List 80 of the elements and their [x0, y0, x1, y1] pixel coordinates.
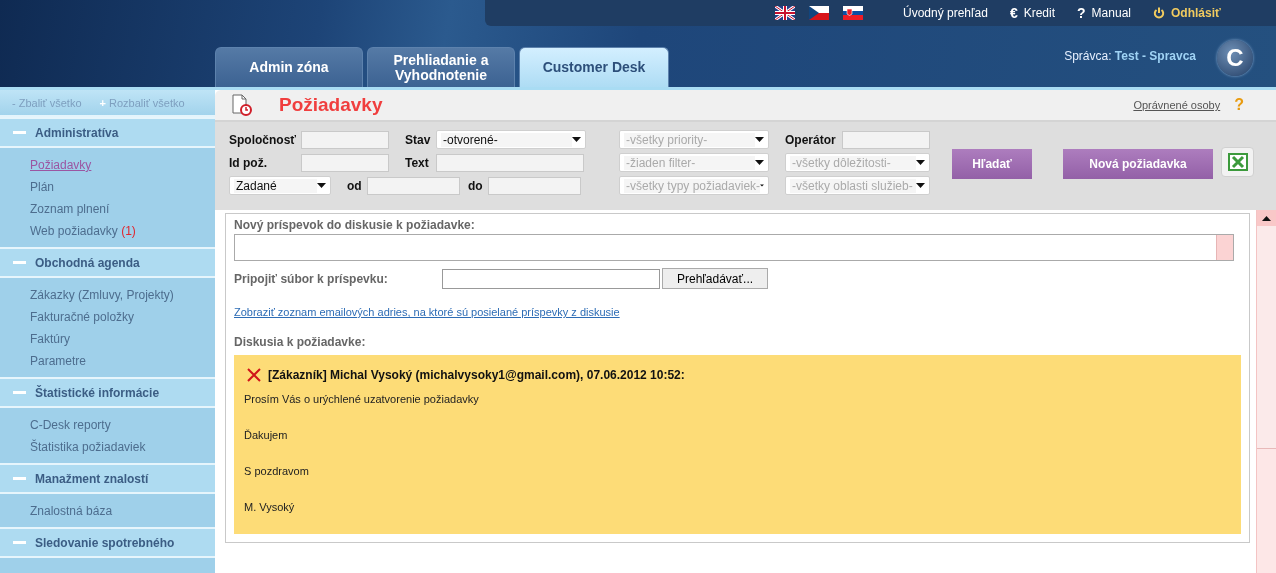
- new-post-label: Nový príspevok do diskusie k požiadavke:: [234, 218, 476, 232]
- dropdown-caret-icon: [916, 160, 925, 165]
- filter-input[interactable]: [842, 130, 930, 149]
- filter-label: od: [347, 178, 363, 193]
- filter-dropdown[interactable]: -otvorené-: [436, 130, 586, 149]
- file-path-field[interactable]: [442, 268, 660, 289]
- sidebar-item[interactable]: Plán: [30, 176, 55, 198]
- flag-icon[interactable]: [843, 6, 863, 20]
- dropdown-caret-icon: [572, 137, 581, 142]
- euro-icon: €: [1009, 5, 1018, 21]
- sidebar-item[interactable]: Znalostná báza: [30, 500, 113, 522]
- sidebar-item[interactable]: Požiadavky: [30, 154, 92, 176]
- help-icon: ?: [1077, 5, 1086, 21]
- nav-tab[interactable]: Customer Desk: [519, 47, 669, 87]
- filter-dropdown[interactable]: Zadané: [229, 176, 331, 195]
- filter-label: Id pož.: [229, 155, 268, 170]
- sidebar-item[interactable]: Parametre: [30, 350, 87, 372]
- post-text: Ďakujem: [244, 429, 289, 443]
- filter-label: Spoločnosť: [229, 132, 298, 147]
- admin-user-label: Správca: Test - Spravca: [1064, 49, 1196, 63]
- email-list-link[interactable]: Zobraziť zoznam emailových adries, na ktoré sú posielané príspevky z diskusie: [234, 306, 620, 318]
- dropdown-caret-icon: [755, 160, 764, 165]
- new-post-field[interactable]: [234, 234, 1234, 261]
- nav-tab[interactable]: Prehliadanie a Vyhodnotenie: [367, 47, 515, 87]
- filter-input[interactable]: [301, 153, 389, 172]
- filter-label: Stav: [405, 132, 432, 147]
- sidebar-section-header[interactable]: Manažment znalostí: [0, 463, 215, 494]
- delete-icon[interactable]: [247, 368, 261, 382]
- filter-input[interactable]: [436, 153, 584, 172]
- filter-label: Text: [405, 155, 430, 170]
- nav-tab[interactable]: Admin zóna: [215, 47, 363, 87]
- discussion-label: Diskusia k požiadavke:: [234, 335, 367, 349]
- flag-icon[interactable]: [775, 6, 795, 20]
- logout-link[interactable]: Odhlásiť: [1152, 6, 1221, 20]
- sidebar-item[interactable]: C-Desk reporty: [30, 414, 111, 436]
- filter-input[interactable]: [488, 176, 581, 195]
- attach-file-label: Pripojiť súbor k príspevku:: [234, 271, 389, 286]
- section-title: Štatistické informácie: [35, 385, 160, 400]
- spreadsheet-icon: [1227, 153, 1248, 171]
- document-clock-icon: [231, 94, 253, 116]
- logo: C: [1217, 40, 1253, 76]
- dropdown-caret-icon: [317, 183, 326, 188]
- sidebar-item[interactable]: Web požiadavky (1): [30, 220, 136, 242]
- section-title: Sledovanie spotrebného: [35, 535, 175, 550]
- sidebar-section-header[interactable]: Obchodná agenda: [0, 247, 215, 278]
- power-icon: [1152, 7, 1165, 19]
- browse-button[interactable]: Prehľadávať...: [662, 268, 769, 289]
- scrollbar[interactable]: [1256, 210, 1276, 573]
- section-title: Administratíva: [35, 125, 119, 140]
- filter-label: do: [468, 178, 484, 193]
- section-title: Manažment znalostí: [35, 471, 149, 486]
- filter-label: Operátor: [785, 132, 836, 147]
- sidebar-section-header[interactable]: Administratíva: [0, 117, 215, 148]
- section-title: Obchodná agenda: [35, 255, 140, 270]
- sidebar-section-header[interactable]: Štatistické informácie: [0, 377, 215, 408]
- dropdown-caret-icon: [755, 137, 764, 142]
- sidebar-item[interactable]: Fakturačné položky: [30, 306, 135, 328]
- sidebar-section-header[interactable]: Sledovanie spotrebného: [0, 527, 215, 558]
- filter-input[interactable]: [301, 130, 389, 149]
- flag-icon[interactable]: [809, 6, 829, 20]
- post-text: Prosím Vás o urýchlené uzatvorenie požiadavky: [244, 393, 480, 407]
- dropdown-caret-icon: [916, 183, 925, 188]
- top-link[interactable]: € Kredit: [1009, 5, 1056, 21]
- post-header: [Zákazník] Michal Vysoký (michalvysoky1@gmail.com), 07.06.2012 10:52:: [268, 368, 685, 382]
- page-title: Požiadavky: [279, 94, 383, 116]
- post-text: M. Vysoký: [244, 501, 296, 515]
- top-link[interactable]: ? Manual: [1077, 5, 1131, 21]
- help-icon[interactable]: ?: [1234, 96, 1244, 114]
- new-request-button[interactable]: Nová požiadavka: [1063, 149, 1213, 179]
- sidebar-item[interactable]: Zákazky (Zmluvy, Projekty): [30, 284, 174, 306]
- authorized-persons-link[interactable]: Oprávnené osoby: [1133, 99, 1221, 111]
- top-link[interactable]: Úvodný prehľad: [903, 6, 988, 20]
- post-text: S pozdravom: [244, 465, 310, 479]
- filter-input[interactable]: [367, 176, 460, 195]
- sidebar-item[interactable]: Štatistika požiadaviek: [30, 436, 146, 458]
- export-button[interactable]: [1221, 147, 1254, 177]
- scroll-up-icon[interactable]: [1262, 215, 1271, 221]
- search-button[interactable]: Hľadať: [952, 149, 1032, 179]
- sidebar-item[interactable]: Zoznam plnení: [30, 198, 110, 220]
- sidebar-item[interactable]: Faktúry: [30, 328, 70, 350]
